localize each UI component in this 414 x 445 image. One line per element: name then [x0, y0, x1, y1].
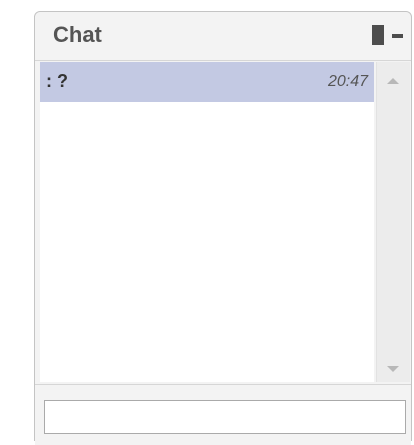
message-text: : ?	[46, 71, 68, 91]
chat-panel: Chat : ? 20:47	[34, 11, 412, 445]
maximize-icon[interactable]	[372, 25, 384, 45]
message-row[interactable]: : ? 20:47	[40, 62, 374, 102]
chat-message-input[interactable]	[44, 400, 406, 434]
scroll-up-icon[interactable]	[387, 78, 399, 84]
message-scrollbar[interactable]	[376, 62, 410, 382]
message-list[interactable]: : ? 20:47	[40, 62, 374, 382]
scroll-down-icon[interactable]	[387, 366, 399, 372]
chat-input-area	[35, 384, 411, 445]
minimize-icon[interactable]	[392, 34, 403, 38]
chat-header: Chat	[35, 12, 411, 61]
chat-title: Chat	[53, 22, 102, 47]
header-controls	[372, 25, 403, 45]
message-time: 20:47	[327, 73, 368, 90]
